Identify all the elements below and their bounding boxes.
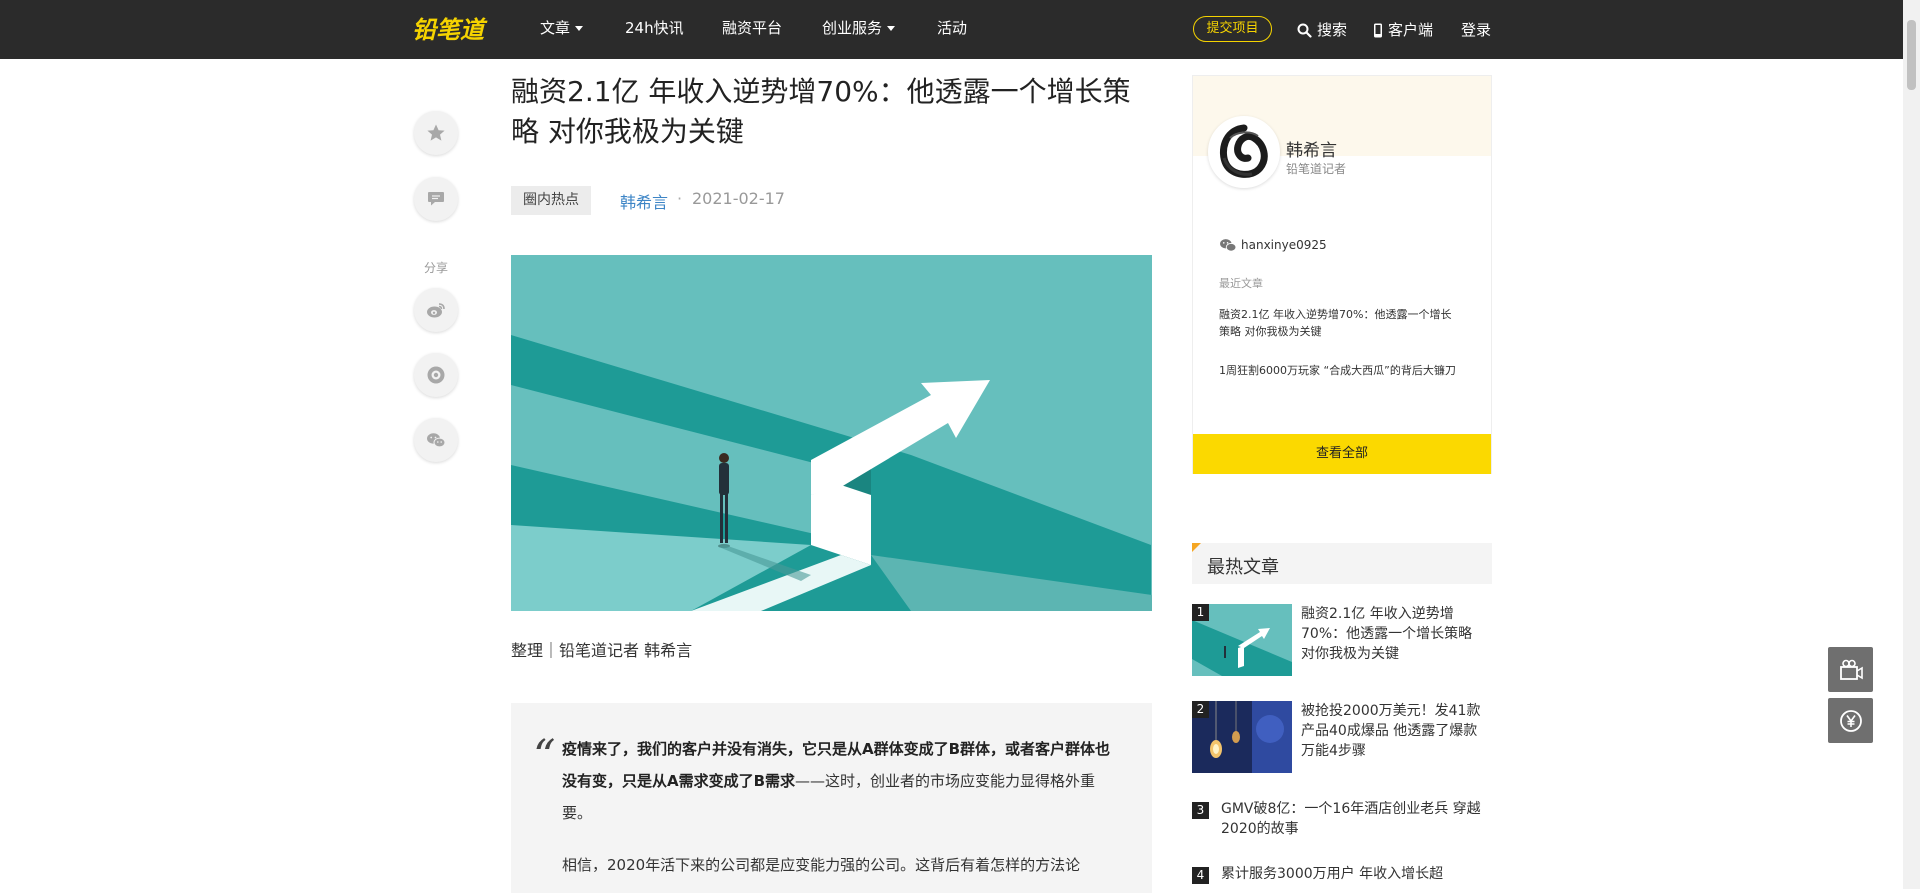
article-date: 2021-02-17 bbox=[692, 189, 785, 208]
quote-text: 疫情来了，我们的客户并没有消失，它只是从A群体变成了B群体，或者客户群体也没有变… bbox=[562, 733, 1122, 829]
page-scrollbar[interactable] bbox=[1903, 0, 1920, 889]
nav-articles[interactable]: 文章 bbox=[540, 0, 584, 59]
hot-article-thumbnail: 1 bbox=[1192, 604, 1292, 676]
client-app-label: 客户端 bbox=[1388, 21, 1434, 39]
article-hero-image bbox=[511, 255, 1152, 611]
nav-articles-label: 文章 bbox=[540, 19, 571, 37]
wechat-icon bbox=[1220, 239, 1237, 252]
hot-articles-title: 最热文章 bbox=[1207, 557, 1279, 578]
top-navigation-bar: 铅笔道 文章 24h快讯 融资平台 创业服务 活动 提交项目 搜索 客户端 登录 bbox=[0, 0, 1920, 59]
article-category-tag[interactable]: 圈内热点 bbox=[511, 186, 591, 215]
client-app-button[interactable]: 客户端 bbox=[1373, 0, 1433, 59]
article-byline: 整理｜铅笔道记者 韩希言 bbox=[511, 641, 693, 660]
article-author-link[interactable]: 韩希言 bbox=[620, 189, 668, 213]
author-role: 铅笔道记者 bbox=[1286, 162, 1347, 176]
article-paragraph: 相信，2020年活下来的公司都是应变能力强的公司。这背后有着怎样的方法论 bbox=[562, 856, 1081, 874]
hot-article-title: 累计服务3000万用户 年收入增长超 bbox=[1221, 866, 1444, 882]
float-gift-button[interactable] bbox=[1828, 647, 1873, 692]
comment-button[interactable] bbox=[414, 177, 458, 221]
nav-24h-news[interactable]: 24h快讯 bbox=[625, 0, 684, 59]
search-label: 搜索 bbox=[1317, 21, 1348, 39]
login-link[interactable]: 登录 bbox=[1461, 0, 1491, 59]
nav-events[interactable]: 活动 bbox=[937, 0, 967, 59]
comment-icon bbox=[428, 192, 444, 206]
meta-separator: · bbox=[677, 189, 683, 208]
star-icon bbox=[427, 124, 445, 141]
hot-rank-badge: 2 bbox=[1192, 701, 1209, 718]
search-button[interactable]: 搜索 bbox=[1297, 0, 1347, 59]
quote-mark-icon: “ bbox=[533, 731, 556, 782]
float-funding-button[interactable] bbox=[1828, 698, 1873, 743]
site-logo[interactable]: 铅笔道 bbox=[410, 12, 494, 46]
view-all-button[interactable]: 查看全部 bbox=[1193, 434, 1491, 474]
avatar[interactable] bbox=[1208, 116, 1280, 188]
gift-icon bbox=[1839, 659, 1863, 680]
wechat-icon bbox=[427, 432, 446, 447]
author-name[interactable]: 韩希言 bbox=[1286, 136, 1337, 161]
hot-articles-header: 最热文章 bbox=[1192, 543, 1492, 584]
hot-article-thumbnail: 2 bbox=[1192, 701, 1292, 773]
chevron-down-icon bbox=[887, 26, 896, 31]
hot-rank-badge: 3 bbox=[1192, 802, 1209, 819]
recent-article-item[interactable]: 融资2.1亿 年收入逆势增70%：他透露一个增长策略 对你我极为关键 bbox=[1219, 306, 1459, 340]
phone-icon bbox=[1374, 23, 1382, 38]
author-wechat: hanxinye0925 bbox=[1219, 238, 1327, 253]
search-icon bbox=[1297, 23, 1312, 38]
article-title: 融资2.1亿 年收入逆势增70%：他透露一个增长策略 对你我极为关键 bbox=[511, 75, 1131, 148]
corner-accent bbox=[1192, 543, 1201, 552]
hot-article-title: 融资2.1亿 年收入逆势增70%：他透露一个增长策略 对你我极为关键 bbox=[1301, 606, 1473, 662]
nav-startup-services-label: 创业服务 bbox=[822, 19, 883, 37]
article-lead-quote: “ 疫情来了，我们的客户并没有消失，它只是从A群体变成了B群体，或者客户群体也没… bbox=[511, 703, 1152, 893]
author-card: 韩希言 铅笔道记者 hanxinye0925 最近文章 融资2.1亿 年收入逆势… bbox=[1192, 75, 1492, 474]
share-label: 分享 bbox=[423, 261, 448, 275]
nav-financing-platform[interactable]: 融资平台 bbox=[722, 0, 782, 59]
scrollbar-thumb[interactable] bbox=[1907, 20, 1916, 90]
hot-article-title: GMV破8亿：一个16年酒店创业老兵 穿越2020的故事 bbox=[1221, 801, 1481, 837]
author-wechat-id: hanxinye0925 bbox=[1241, 238, 1327, 252]
recent-articles-label: 最近文章 bbox=[1219, 277, 1263, 290]
svg-text:铅笔道: 铅笔道 bbox=[412, 16, 488, 44]
qzone-icon bbox=[427, 366, 445, 384]
recent-article-item[interactable]: 1周狂割6000万玩家 “合成大西瓜”的背后大镰刀 bbox=[1219, 362, 1459, 379]
share-weibo-button[interactable] bbox=[414, 288, 458, 332]
yuan-icon bbox=[1839, 709, 1862, 732]
submit-project-button[interactable]: 提交项目 bbox=[1193, 16, 1272, 42]
hot-article-title: 被抢投2000万美元！发41款产品40成爆品 他透露了爆款万能4步骤 bbox=[1301, 703, 1481, 759]
chevron-down-icon bbox=[575, 26, 584, 31]
share-qzone-button[interactable] bbox=[414, 353, 458, 397]
nav-startup-services[interactable]: 创业服务 bbox=[822, 0, 896, 59]
weibo-icon bbox=[427, 303, 445, 318]
share-wechat-button[interactable] bbox=[414, 418, 458, 462]
hot-rank-badge: 4 bbox=[1192, 867, 1209, 884]
hot-rank-badge: 1 bbox=[1192, 604, 1209, 621]
favorite-button[interactable] bbox=[414, 111, 458, 155]
